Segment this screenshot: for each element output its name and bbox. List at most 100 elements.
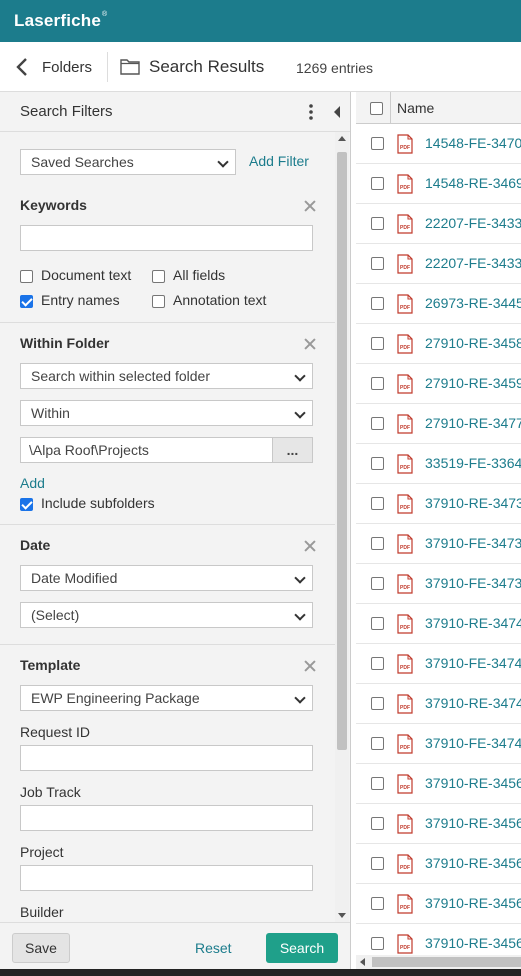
scrollbar-thumb[interactable] bbox=[337, 152, 347, 750]
table-row[interactable]: PDF 27910-RE-3458 bbox=[356, 324, 521, 364]
app-logo[interactable]: Laserfiche® bbox=[14, 11, 107, 31]
row-checkbox[interactable] bbox=[371, 377, 384, 390]
date-field-select[interactable]: Date Modified bbox=[20, 565, 313, 591]
table-row[interactable]: PDF 22207-FE-3433 bbox=[356, 204, 521, 244]
saved-searches-select[interactable]: Saved Searches bbox=[20, 149, 236, 175]
table-row[interactable]: PDF 37910-RE-3456 bbox=[356, 844, 521, 884]
scroll-down-icon[interactable] bbox=[338, 913, 346, 918]
add-filter-link[interactable]: Add Filter bbox=[249, 153, 309, 169]
select-all-checkbox[interactable] bbox=[370, 102, 383, 115]
table-row[interactable]: PDF 37910-FE-3473 bbox=[356, 564, 521, 604]
filters-scrollbar[interactable] bbox=[335, 132, 349, 922]
table-row[interactable]: PDF 37910-FE-3474 bbox=[356, 724, 521, 764]
row-checkbox[interactable] bbox=[371, 177, 384, 190]
template-select[interactable]: EWP Engineering Package bbox=[20, 685, 313, 711]
remove-within-folder-icon[interactable] bbox=[304, 338, 316, 350]
row-checkbox[interactable] bbox=[371, 857, 384, 870]
row-checkbox[interactable] bbox=[371, 737, 384, 750]
back-arrow-icon[interactable] bbox=[14, 56, 32, 78]
table-row[interactable]: PDF 37910-RE-3456 bbox=[356, 804, 521, 844]
entry-name-link[interactable]: 37910-RE-3456 bbox=[425, 775, 521, 791]
table-row[interactable]: PDF 37910-FE-3473 bbox=[356, 524, 521, 564]
scroll-left-icon[interactable] bbox=[360, 958, 365, 966]
row-checkbox[interactable] bbox=[371, 497, 384, 510]
row-checkbox[interactable] bbox=[371, 137, 384, 150]
entry-name-link[interactable]: 37910-RE-3456 bbox=[425, 935, 521, 951]
entry-name-link[interactable]: 37910-RE-3456 bbox=[425, 815, 521, 831]
project-input[interactable] bbox=[20, 865, 313, 891]
entry-name-link[interactable]: 37910-RE-3456 bbox=[425, 855, 521, 871]
back-to-folders-link[interactable]: Folders bbox=[42, 59, 92, 76]
remove-template-icon[interactable] bbox=[304, 660, 316, 672]
entry-name-link[interactable]: 14548-FE-3470 bbox=[425, 135, 521, 151]
row-checkbox[interactable] bbox=[371, 657, 384, 670]
row-checkbox[interactable] bbox=[371, 217, 384, 230]
row-checkbox[interactable] bbox=[371, 537, 384, 550]
document-text-checkbox[interactable] bbox=[20, 270, 33, 283]
table-row[interactable]: PDF 14548-FE-3470 bbox=[356, 124, 521, 164]
entry-name-link[interactable]: 22207-FE-3433 bbox=[425, 215, 521, 231]
reset-button[interactable]: Reset bbox=[195, 940, 232, 956]
table-row[interactable]: PDF 27910-RE-3459 bbox=[356, 364, 521, 404]
entry-names-checkbox[interactable] bbox=[20, 295, 33, 308]
search-button[interactable]: Search bbox=[266, 933, 338, 963]
row-checkbox[interactable] bbox=[371, 457, 384, 470]
entry-name-link[interactable]: 37910-RE-3474 bbox=[425, 615, 521, 631]
request-id-input[interactable] bbox=[20, 745, 313, 771]
job-track-input[interactable] bbox=[20, 805, 313, 831]
remove-date-icon[interactable] bbox=[304, 540, 316, 552]
folder-mode-select[interactable]: Within bbox=[20, 400, 313, 426]
table-row[interactable]: PDF 22207-FE-3433 bbox=[356, 244, 521, 284]
entry-name-link[interactable]: 37910-RE-3473 bbox=[425, 495, 521, 511]
table-row[interactable]: PDF 37910-RE-3473 bbox=[356, 484, 521, 524]
entry-name-link[interactable]: 37910-FE-3474 bbox=[425, 735, 521, 751]
entry-name-link[interactable]: 37910-RE-3456 bbox=[425, 895, 521, 911]
annotation-text-checkbox[interactable] bbox=[152, 295, 165, 308]
horizontal-scrollbar-thumb[interactable] bbox=[372, 957, 521, 967]
table-row[interactable]: PDF 37910-RE-3474 bbox=[356, 604, 521, 644]
row-checkbox[interactable] bbox=[371, 937, 384, 950]
entry-name-link[interactable]: 26973-RE-3445 bbox=[425, 295, 521, 311]
table-row[interactable]: PDF 37910-FE-3474 bbox=[356, 644, 521, 684]
entry-name-link[interactable]: 14548-RE-3469 bbox=[425, 175, 521, 191]
results-horizontal-scrollbar[interactable] bbox=[356, 955, 521, 969]
date-range-select[interactable]: (Select) bbox=[20, 602, 313, 628]
row-checkbox[interactable] bbox=[371, 697, 384, 710]
entry-name-link[interactable]: 22207-FE-3433 bbox=[425, 255, 521, 271]
scroll-up-icon[interactable] bbox=[338, 136, 346, 141]
browse-folder-button[interactable]: ... bbox=[272, 437, 313, 463]
row-checkbox[interactable] bbox=[371, 257, 384, 270]
entry-name-link[interactable]: 37910-FE-3473 bbox=[425, 535, 521, 551]
folder-scope-select[interactable]: Search within selected folder bbox=[20, 363, 313, 389]
entry-name-link[interactable]: 27910-RE-3477 bbox=[425, 415, 521, 431]
keywords-input[interactable] bbox=[20, 225, 313, 251]
entry-name-link[interactable]: 33519-FE-3364 bbox=[425, 455, 521, 471]
row-checkbox[interactable] bbox=[371, 337, 384, 350]
table-row[interactable]: PDF 26973-RE-3445 bbox=[356, 284, 521, 324]
entry-name-link[interactable]: 37910-FE-3473 bbox=[425, 575, 521, 591]
entry-name-link[interactable]: 27910-RE-3458 bbox=[425, 335, 521, 351]
include-subfolders-checkbox[interactable] bbox=[20, 498, 33, 511]
row-checkbox[interactable] bbox=[371, 577, 384, 590]
row-checkbox[interactable] bbox=[371, 297, 384, 310]
row-checkbox[interactable] bbox=[371, 777, 384, 790]
table-row[interactable]: PDF 37910-RE-3474 bbox=[356, 684, 521, 724]
table-row[interactable]: PDF 37910-RE-3456 bbox=[356, 884, 521, 924]
collapse-panel-icon[interactable] bbox=[332, 104, 342, 120]
more-options-icon[interactable] bbox=[306, 102, 316, 122]
save-button[interactable]: Save bbox=[12, 933, 70, 963]
add-folder-link[interactable]: Add bbox=[20, 475, 45, 491]
row-checkbox[interactable] bbox=[371, 417, 384, 430]
remove-keywords-icon[interactable] bbox=[304, 200, 316, 212]
folder-path-field[interactable]: \Alpa Roof\Projects bbox=[20, 437, 273, 463]
row-checkbox[interactable] bbox=[371, 617, 384, 630]
entry-name-link[interactable]: 27910-RE-3459 bbox=[425, 375, 521, 391]
table-row[interactable]: PDF 14548-RE-3469 bbox=[356, 164, 521, 204]
entry-name-link[interactable]: 37910-RE-3474 bbox=[425, 695, 521, 711]
table-row[interactable]: PDF 27910-RE-3477 bbox=[356, 404, 521, 444]
table-row[interactable]: PDF 37910-RE-3456 bbox=[356, 764, 521, 804]
row-checkbox[interactable] bbox=[371, 817, 384, 830]
table-row[interactable]: PDF 33519-FE-3364 bbox=[356, 444, 521, 484]
entry-name-link[interactable]: 37910-FE-3474 bbox=[425, 655, 521, 671]
all-fields-checkbox[interactable] bbox=[152, 270, 165, 283]
